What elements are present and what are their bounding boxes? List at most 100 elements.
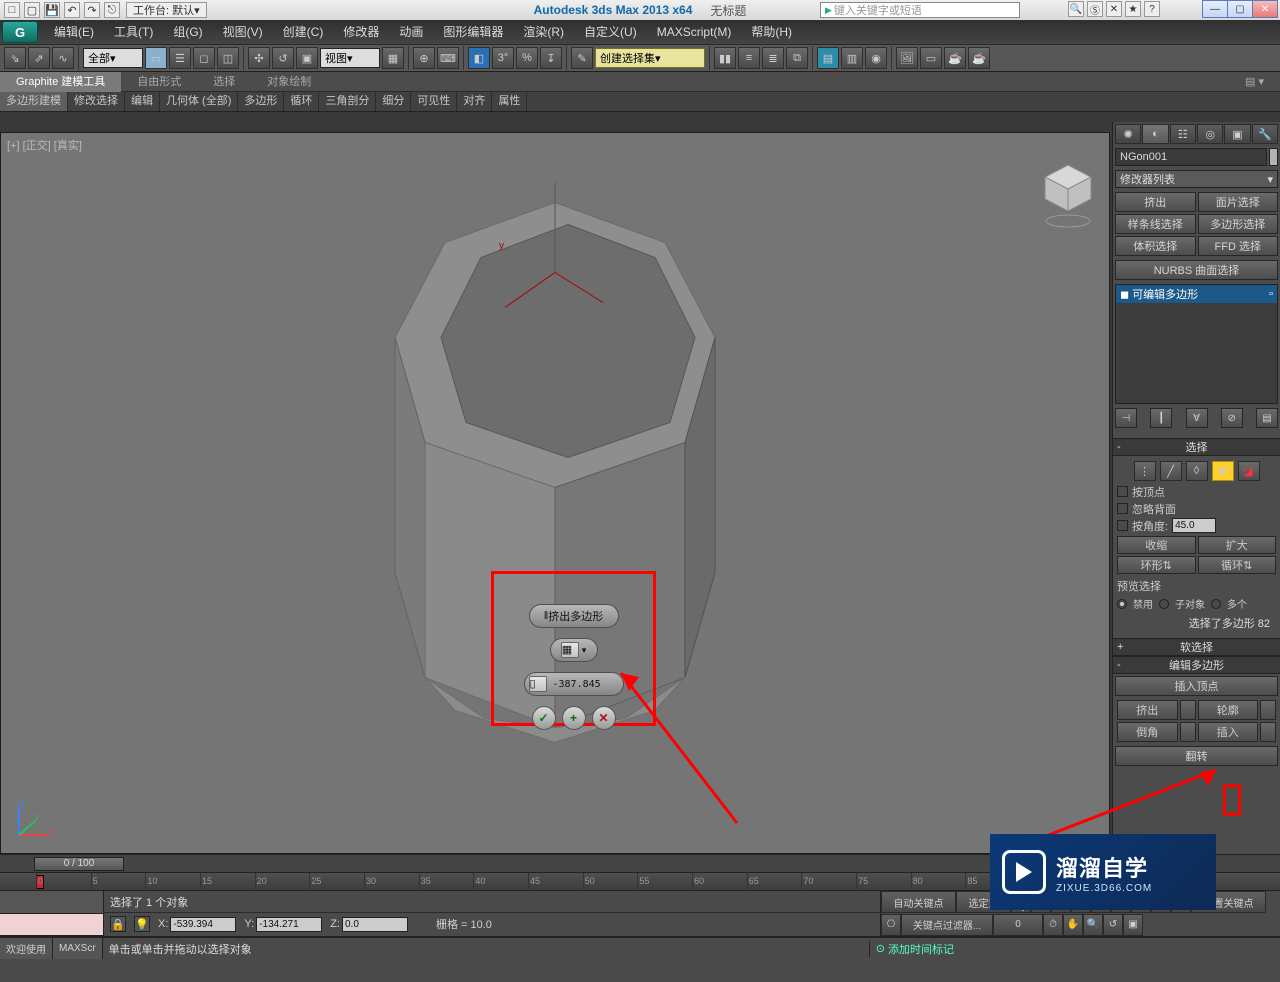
coord-z-field[interactable]: [342, 917, 408, 932]
menu-modifiers[interactable]: 修改器: [333, 21, 389, 43]
unique-icon[interactable]: ∀: [1186, 408, 1208, 428]
align-icon[interactable]: ≡: [738, 47, 760, 69]
menu-group[interactable]: 组(G): [163, 21, 212, 43]
extrude-type-icon[interactable]: ▦: [561, 642, 579, 658]
viewcube[interactable]: [1041, 163, 1095, 217]
tab-modify-icon[interactable]: ◐: [1142, 124, 1168, 144]
selection-filter-dropdown[interactable]: 全部 ▾: [83, 48, 143, 68]
modifier-list-dropdown[interactable]: 修改器列表▾: [1115, 170, 1278, 188]
add-time-tag-button[interactable]: ⊙ 添加时间标记: [869, 941, 960, 957]
move-icon[interactable]: ✣: [248, 47, 270, 69]
modifier-stack[interactable]: ◼ 可编辑多边形▫: [1115, 284, 1278, 404]
panel-polymodel[interactable]: 多边形建模: [0, 92, 68, 111]
select-rect-icon[interactable]: ◻: [193, 47, 215, 69]
nav-f-icon[interactable]: 🔍: [1083, 914, 1103, 936]
bind-icon[interactable]: ∿: [52, 47, 74, 69]
keymode-big-icon[interactable]: ⎔: [881, 914, 901, 936]
extrude-settings-button[interactable]: [1180, 700, 1196, 720]
insert-vertex-button[interactable]: 插入顶点: [1115, 676, 1278, 696]
mod-volsel[interactable]: 体积选择: [1115, 236, 1196, 256]
preview-subobj-radio[interactable]: [1159, 599, 1169, 609]
welcome-tab[interactable]: 欢迎使用: [0, 938, 53, 959]
link-icon[interactable]: ⇘: [4, 47, 26, 69]
close-button[interactable]: ✕: [1252, 0, 1278, 18]
qat-open-icon[interactable]: ▢: [24, 2, 40, 18]
layer-icon[interactable]: ≣: [762, 47, 784, 69]
qat-link-icon[interactable]: ⎋: [104, 2, 120, 18]
tab-selection[interactable]: 选择: [197, 72, 251, 92]
percent-snap-icon[interactable]: %: [516, 47, 538, 69]
maxscript-tab[interactable]: MAXScr: [53, 938, 103, 959]
tab-objectpaint[interactable]: 对象绘制: [251, 72, 327, 92]
coord-x-field[interactable]: [170, 917, 236, 932]
shrink-button[interactable]: 收缩: [1117, 536, 1196, 554]
preview-disable-radio[interactable]: [1117, 599, 1127, 609]
panel-poly[interactable]: 多边形: [238, 92, 284, 111]
window-crossing-icon[interactable]: ◫: [217, 47, 239, 69]
menu-customize[interactable]: 自定义(U): [574, 21, 647, 43]
spinner-snap-icon[interactable]: ↧: [540, 47, 562, 69]
workspace-selector[interactable]: 工作台: 默认 ▾: [126, 2, 207, 18]
inset-button[interactable]: 插入: [1198, 722, 1259, 742]
object-name-field[interactable]: [1115, 148, 1267, 166]
flip-button[interactable]: 翻转: [1115, 746, 1278, 766]
subobj-border[interactable]: ◊: [1186, 461, 1208, 481]
subscription-icon[interactable]: Ⓢ: [1087, 1, 1103, 17]
qat-save-icon[interactable]: 💾: [44, 2, 60, 18]
material-icon[interactable]: ◉: [865, 47, 887, 69]
app-menu-button[interactable]: G: [2, 21, 38, 43]
menu-maxscript[interactable]: MAXScript(M): [647, 21, 742, 43]
tab-freeform[interactable]: 自由形式: [121, 72, 197, 92]
panel-edit[interactable]: 编辑: [125, 92, 160, 111]
ignore-backfacing-check[interactable]: 忽略背面: [1117, 500, 1276, 517]
caddy-type-selector[interactable]: ▦▾: [550, 638, 598, 662]
unlink-icon[interactable]: ⇗: [28, 47, 50, 69]
manipulate-icon[interactable]: ⊕: [413, 47, 435, 69]
caddy-ok-button[interactable]: ✓: [532, 706, 556, 730]
refcoord-dropdown[interactable]: 视图 ▾: [320, 48, 380, 68]
grapheditor-icon[interactable]: ⧉: [786, 47, 808, 69]
mod-ffdsel[interactable]: FFD 选择: [1198, 236, 1279, 256]
ribbon-min-icon[interactable]: ▤ ▾: [1229, 72, 1280, 92]
current-frame-field[interactable]: 0: [993, 914, 1043, 936]
panel-vis[interactable]: 可见性: [411, 92, 457, 111]
menu-render[interactable]: 渲染(R): [513, 21, 574, 43]
viewport[interactable]: [+] [正交] [真实] z: [1, 133, 1109, 853]
mod-patchsel[interactable]: 面片选择: [1198, 192, 1279, 212]
favorite-icon[interactable]: ★: [1125, 1, 1141, 17]
extrude-button[interactable]: 挤出: [1117, 700, 1178, 720]
script-listener-output[interactable]: [0, 891, 103, 914]
menu-edit[interactable]: 编辑(E): [44, 21, 104, 43]
nav-g-icon[interactable]: ↺: [1103, 914, 1123, 936]
ring-button[interactable]: 环形 ⇅: [1117, 556, 1196, 574]
rollout-softsel-header[interactable]: +软选择: [1113, 638, 1280, 656]
menu-view[interactable]: 视图(V): [213, 21, 273, 43]
help-icon[interactable]: ?: [1144, 1, 1160, 17]
by-vertex-check[interactable]: 按顶点: [1117, 483, 1276, 500]
select-name-icon[interactable]: ☰: [169, 47, 191, 69]
inset-settings-button[interactable]: [1260, 722, 1276, 742]
script-listener-input[interactable]: [0, 914, 103, 937]
scale-icon[interactable]: ▣: [296, 47, 318, 69]
subobj-edge[interactable]: ╱: [1160, 461, 1182, 481]
maximize-button[interactable]: ▢: [1227, 0, 1253, 18]
tab-hierarchy-icon[interactable]: ☷: [1170, 124, 1196, 144]
mod-nurbs[interactable]: NURBS 曲面选择: [1115, 260, 1278, 280]
named-selection-dropdown[interactable]: 创建选择集 ▾: [595, 48, 705, 68]
by-angle-value[interactable]: [1172, 518, 1216, 533]
editsel-icon[interactable]: ✎: [571, 47, 593, 69]
search-go-icon[interactable]: 🔍: [1068, 1, 1084, 17]
qat-undo-icon[interactable]: ↶: [64, 2, 80, 18]
minimize-button[interactable]: —: [1202, 0, 1228, 18]
schematic-icon[interactable]: ▥: [841, 47, 863, 69]
keyfilter-button[interactable]: 关键点过滤器...: [901, 914, 993, 936]
tab-motion-icon[interactable]: ◎: [1197, 124, 1223, 144]
angle-snap-icon[interactable]: 3°: [492, 47, 514, 69]
exchange-icon[interactable]: ✕: [1106, 1, 1122, 17]
stack-item-editable-poly[interactable]: ◼ 可编辑多边形▫: [1116, 285, 1277, 303]
render-frame-icon[interactable]: ▭: [920, 47, 942, 69]
nav-e-icon[interactable]: ✋: [1063, 914, 1083, 936]
render-icon[interactable]: ☕: [944, 47, 966, 69]
object-color-swatch[interactable]: [1269, 148, 1278, 166]
panel-geomall[interactable]: 几何体 (全部): [160, 92, 238, 111]
